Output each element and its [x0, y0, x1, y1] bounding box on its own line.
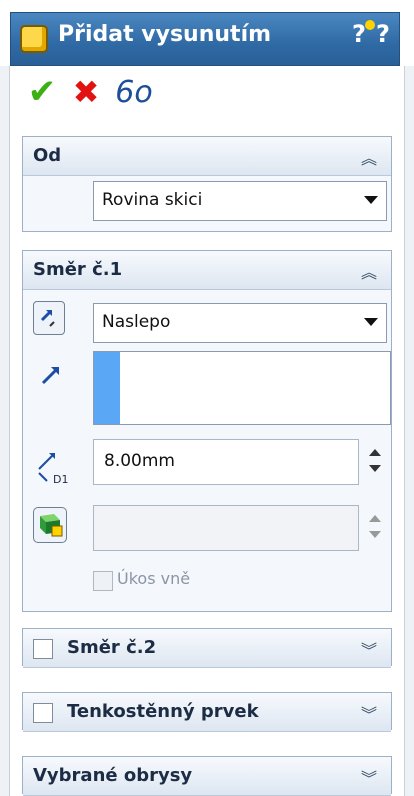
group-thin-feature-title: Tenkostěnný prvek — [67, 701, 259, 722]
reverse-direction-button[interactable] — [33, 301, 65, 335]
depth-value: 8.00mm — [104, 451, 175, 471]
action-toolbar: ✔ ✖ 6o — [10, 66, 404, 122]
help-badge-icon — [365, 20, 375, 30]
left-border — [0, 66, 10, 796]
help-icon[interactable]: ? — [352, 20, 366, 48]
expand-icon[interactable]: ︾ — [361, 637, 377, 661]
depth-input[interactable]: 8.00mm — [93, 439, 359, 485]
group-direction-2-title: Směr č.2 — [67, 637, 157, 658]
chevron-down-icon — [364, 318, 378, 326]
draft-icon — [40, 514, 63, 537]
draft-angle-input — [93, 505, 359, 551]
expand-icon[interactable]: ︾ — [361, 765, 377, 789]
group-od-header[interactable]: Od ︽ — [23, 137, 391, 176]
draft-spin-buttons — [361, 505, 387, 549]
cancel-button[interactable]: ✖ — [68, 73, 104, 111]
right-scrollbar[interactable] — [404, 66, 414, 796]
reverse-direction-icon — [40, 310, 55, 327]
spin-down-icon — [369, 531, 381, 538]
group-od: Od ︽ Rovina skici — [22, 136, 392, 232]
selection-highlight — [94, 352, 120, 424]
help-icon-secondary[interactable]: ? — [376, 20, 390, 48]
start-condition-value: Rovina skici — [102, 190, 203, 210]
draft-outward-checkbox[interactable] — [93, 571, 113, 591]
ok-button[interactable]: ✔ — [24, 72, 60, 112]
end-condition-value: Naslepo — [102, 312, 171, 332]
group-selected-contours-header[interactable]: Vybrané obrysy ︾ — [23, 757, 391, 796]
spin-up-icon — [369, 515, 381, 522]
group-selected-contours-title: Vybrané obrysy — [33, 765, 193, 786]
svg-text:D1: D1 — [53, 473, 68, 485]
depth-dimension-icon: D1 — [38, 453, 68, 485]
group-thin-feature[interactable]: Tenkostěnný prvek ︾ — [22, 692, 392, 732]
end-condition-combo[interactable]: Naslepo — [93, 303, 387, 343]
detailed-preview-button[interactable]: 6o — [115, 74, 152, 110]
group-direction-1-title: Směr č.1 — [33, 259, 123, 280]
draft-toggle-button[interactable] — [33, 507, 67, 543]
thin-feature-checkbox[interactable] — [33, 703, 53, 723]
group-direction-2[interactable]: Směr č.2 ︾ — [22, 628, 392, 668]
property-manager-title: Přidat vysunutím — [58, 22, 272, 47]
feature-icon — [20, 25, 48, 53]
chevron-down-icon — [364, 196, 378, 204]
group-selected-contours[interactable]: Vybrané obrysy ︾ — [22, 756, 392, 796]
depth-spin-buttons[interactable] — [361, 439, 387, 483]
spin-up-icon[interactable] — [369, 449, 381, 456]
group-direction-1-header[interactable]: Směr č.1 ︽ — [23, 251, 391, 290]
group-direction-1: Směr č.1 ︽ Naslepo D1 8.00mm Úkos vně — [22, 250, 392, 612]
direction-selection-box[interactable] — [93, 351, 391, 425]
spin-down-icon[interactable] — [369, 465, 381, 472]
expand-icon[interactable]: ︾ — [361, 701, 377, 725]
group-thin-feature-header[interactable]: Tenkostěnný prvek ︾ — [23, 693, 391, 732]
start-condition-combo[interactable]: Rovina skici — [93, 181, 387, 221]
collapse-icon[interactable]: ︽ — [361, 259, 377, 283]
draft-outward-label: Úkos vně — [117, 569, 191, 588]
group-direction-2-header[interactable]: Směr č.2 ︾ — [23, 629, 391, 668]
direction-2-checkbox[interactable] — [33, 639, 53, 659]
group-od-title: Od — [33, 145, 62, 166]
direction-arrow-icon — [41, 367, 59, 385]
collapse-icon[interactable]: ︽ — [361, 145, 377, 169]
